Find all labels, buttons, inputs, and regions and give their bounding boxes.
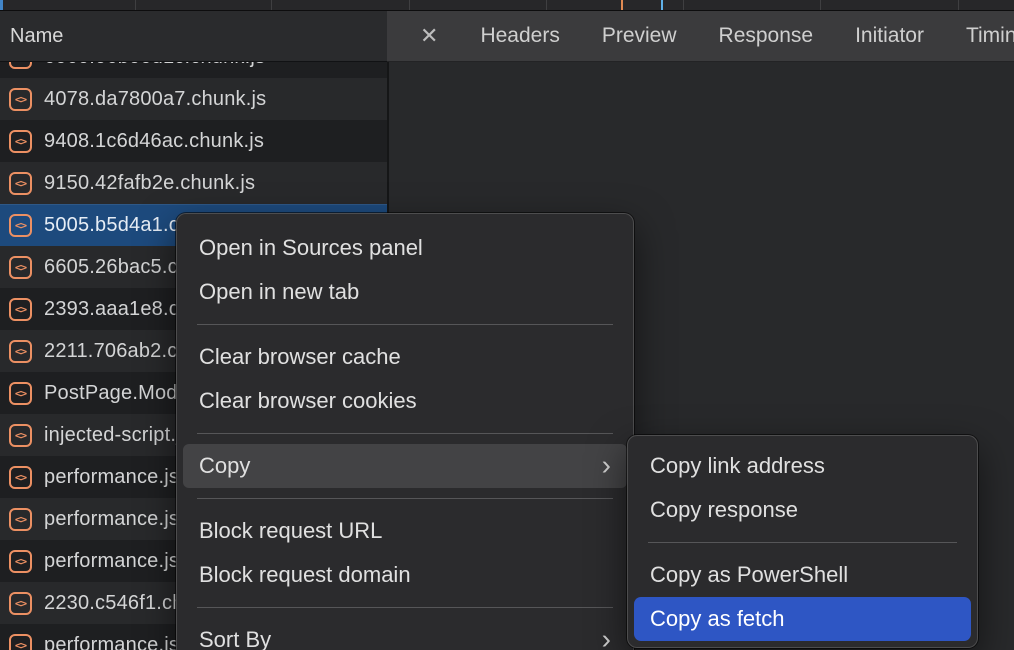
timeline-tick	[271, 0, 272, 10]
menu-item-sort-by[interactable]: Sort By ›	[177, 618, 633, 650]
table-row[interactable]: <>4078.da7800a7.chunk.js	[0, 78, 387, 120]
menu-item-copy-link-address[interactable]: Copy link address	[628, 444, 977, 488]
menu-separator	[197, 433, 613, 434]
menu-item-copy[interactable]: Copy ›	[183, 444, 627, 488]
timeline-tick	[820, 0, 821, 10]
script-file-icon: <>	[9, 634, 32, 650]
script-file-icon: <>	[9, 382, 32, 405]
submenu-chevron-icon: ›	[602, 625, 611, 650]
script-file-icon: <>	[9, 592, 32, 615]
menu-item-open-in-sources[interactable]: Open in Sources panel	[177, 226, 633, 270]
script-file-icon: <>	[9, 340, 32, 363]
menu-separator	[197, 498, 613, 499]
timeline-selection-marker	[0, 0, 3, 10]
script-file-icon: <>	[9, 214, 32, 237]
name-column-header[interactable]: Name	[0, 11, 387, 62]
menu-item-block-request-domain[interactable]: Block request domain	[177, 553, 633, 597]
tab-preview[interactable]: Preview	[602, 24, 677, 48]
menu-separator	[648, 542, 957, 543]
menu-item-copy-as-powershell[interactable]: Copy as PowerShell	[628, 553, 977, 597]
timeline-tick	[958, 0, 959, 10]
script-file-icon: <>	[9, 88, 32, 111]
script-file-icon: <>	[9, 466, 32, 489]
table-row[interactable]: <>6060.06b00d1c.chunk.js	[0, 62, 387, 78]
submenu-chevron-icon: ›	[602, 451, 611, 479]
script-file-icon: <>	[9, 172, 32, 195]
script-file-icon: <>	[9, 62, 32, 69]
menu-item-open-in-new-tab[interactable]: Open in new tab	[177, 270, 633, 314]
domcontentloaded-event-marker	[661, 0, 663, 10]
tab-headers[interactable]: Headers	[480, 24, 559, 48]
script-file-icon: <>	[9, 130, 32, 153]
tab-response[interactable]: Response	[719, 24, 814, 48]
menu-item-copy-as-fetch[interactable]: Copy as fetch	[634, 597, 971, 641]
timeline-tick	[409, 0, 410, 10]
context-menu: Open in Sources panel Open in new tab Cl…	[176, 213, 634, 650]
tab-initiator[interactable]: Initiator	[855, 24, 924, 48]
script-file-icon: <>	[9, 550, 32, 573]
script-file-icon: <>	[9, 424, 32, 447]
script-file-icon: <>	[9, 298, 32, 321]
menu-item-clear-browser-cookies[interactable]: Clear browser cookies	[177, 379, 633, 423]
menu-item-clear-browser-cache[interactable]: Clear browser cache	[177, 335, 633, 379]
menu-separator	[197, 324, 613, 325]
close-icon[interactable]: ✕	[420, 25, 438, 47]
table-row[interactable]: <>9150.42fafb2e.chunk.js	[0, 162, 387, 204]
devtools-network-panel: Name ✕ Headers Preview Response Initiato…	[0, 0, 1014, 650]
timeline-tick	[546, 0, 547, 10]
script-file-icon: <>	[9, 508, 32, 531]
network-overview-timeline[interactable]	[0, 0, 1014, 11]
detail-tab-bar: ✕ Headers Preview Response Initiator Tim…	[387, 11, 1014, 62]
menu-item-block-request-url[interactable]: Block request URL	[177, 509, 633, 553]
table-row[interactable]: <>9408.1c6d46ac.chunk.js	[0, 120, 387, 162]
script-file-icon: <>	[9, 256, 32, 279]
load-event-marker	[621, 0, 623, 10]
name-column-label: Name	[10, 25, 63, 48]
timeline-tick	[683, 0, 684, 10]
menu-separator	[197, 607, 613, 608]
copy-submenu: Copy link address Copy response Copy as …	[627, 435, 978, 648]
tab-timing[interactable]: Timing	[966, 24, 1014, 48]
menu-item-copy-response[interactable]: Copy response	[628, 488, 977, 532]
timeline-tick	[135, 0, 136, 10]
